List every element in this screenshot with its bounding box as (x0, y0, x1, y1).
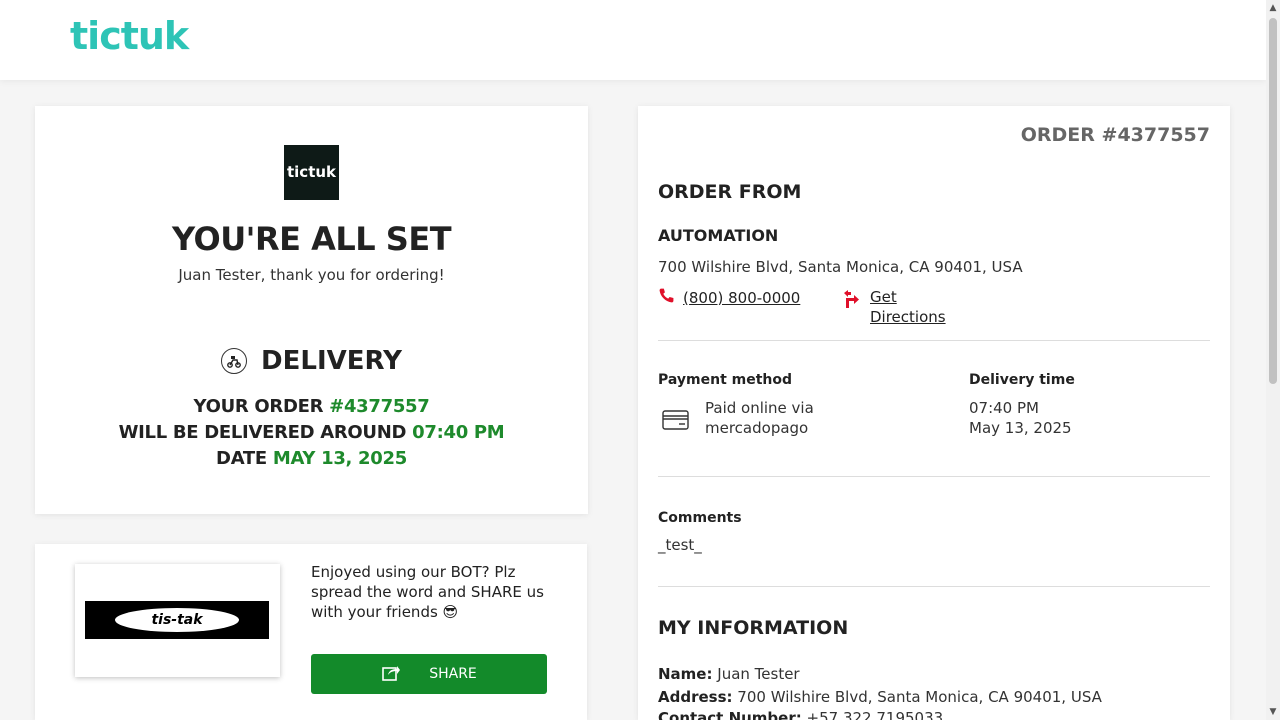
store-name: AUTOMATION (658, 226, 779, 245)
comments-label: Comments (658, 510, 742, 526)
store-phone[interactable]: (800) 800-0000 (658, 287, 800, 308)
order-number-heading: ORDER #4377557 (1020, 124, 1210, 146)
name-label: Name: (658, 665, 713, 683)
payment-line-2: mercadopago (705, 419, 809, 437)
info-name: Name: Juan Tester (658, 665, 800, 683)
share-image-banner: tis-tak (85, 601, 269, 639)
order-number: #4377557 (329, 396, 430, 417)
delivery-time: 07:40 PM (969, 399, 1039, 417)
date-line: DATE MAY 13, 2025 (35, 448, 588, 469)
thank-you-message: Juan Tester, thank you for ordering! (178, 266, 445, 284)
my-information-heading: MY INFORMATION (658, 617, 849, 639)
scroll-down-icon[interactable]: ▼ (1268, 707, 1278, 717)
contact-value: +57 322 7195033 (806, 709, 944, 720)
delivered-around-line: WILL BE DELIVERED AROUND 07:40 PM (35, 422, 588, 443)
divider (658, 586, 1210, 587)
store-logo: tictuk (284, 145, 339, 200)
scrollbar-thumb[interactable] (1269, 18, 1277, 384)
payment-line-1: Paid online via (705, 399, 814, 417)
order-from-heading: ORDER FROM (658, 181, 802, 203)
address-label: Address: (658, 688, 733, 706)
directions-link[interactable]: Get Directions (870, 287, 946, 327)
share-image: tis-tak (75, 564, 280, 677)
share-card: tis-tak Enjoyed using our BOT? Plz sprea… (35, 544, 587, 720)
brand-logo[interactable]: tictuk (70, 14, 189, 58)
payment-method-label: Payment method (658, 372, 793, 388)
delivery-mode: DELIVERY (35, 346, 588, 376)
directions-icon (842, 287, 862, 327)
delivery-time-value: 07:40 PM May 13, 2025 (969, 398, 1072, 438)
date-prefix: DATE (216, 448, 267, 469)
delivery-date: May 13, 2025 (969, 419, 1072, 437)
confirmation-title: YOU'RE ALL SET (171, 220, 452, 258)
share-button-label: SHARE (429, 666, 477, 682)
payment-method: Paid online via mercadopago (662, 398, 835, 438)
divider (658, 476, 1210, 477)
confirmation-card: tictuk YOU'RE ALL SET Juan Tester, thank… (35, 106, 588, 514)
top-bar: tictuk (0, 0, 1266, 80)
delivery-time-label: Delivery time (969, 372, 1075, 388)
address-value: 700 Wilshire Blvd, Santa Monica, CA 9040… (737, 688, 1102, 706)
order-date: MAY 13, 2025 (272, 448, 407, 469)
page-scrollbar[interactable]: ▲ ▼ (1266, 0, 1280, 720)
get-directions[interactable]: Get Directions (842, 287, 946, 327)
share-image-logo: tis-tak (115, 608, 239, 632)
payment-text: Paid online via mercadopago (705, 398, 835, 438)
info-address: Address: 700 Wilshire Blvd, Santa Monica… (658, 688, 1102, 706)
phone-link[interactable]: (800) 800-0000 (683, 289, 800, 307)
directions-line-2: Directions (870, 308, 946, 326)
share-icon (381, 662, 401, 686)
divider (658, 340, 1210, 341)
store-address: 700 Wilshire Blvd, Santa Monica, CA 9040… (658, 258, 1023, 276)
order-details-card: ORDER #4377557 ORDER FROM AUTOMATION 700… (638, 106, 1230, 720)
delivered-prefix: WILL BE DELIVERED AROUND (118, 422, 407, 443)
comments-text: _test_ (658, 536, 702, 554)
your-order-prefix: YOUR ORDER (193, 396, 324, 417)
delivery-label: DELIVERY (261, 346, 402, 376)
phone-icon (658, 287, 675, 308)
your-order-line: YOUR ORDER #4377557 (35, 396, 588, 417)
contact-label: Contact Number: (658, 709, 802, 720)
directions-line-1: Get (870, 288, 897, 306)
share-message: Enjoyed using our BOT? Plz spread the wo… (311, 563, 544, 621)
scooter-icon (221, 348, 248, 374)
info-contact: Contact Number: +57 322 7195033 (658, 709, 943, 720)
scroll-up-icon[interactable]: ▲ (1268, 3, 1278, 13)
share-button[interactable]: SHARE (311, 654, 547, 694)
delivered-time: 07:40 PM (412, 422, 505, 443)
name-value: Juan Tester (717, 665, 800, 683)
credit-card-icon (662, 398, 689, 434)
